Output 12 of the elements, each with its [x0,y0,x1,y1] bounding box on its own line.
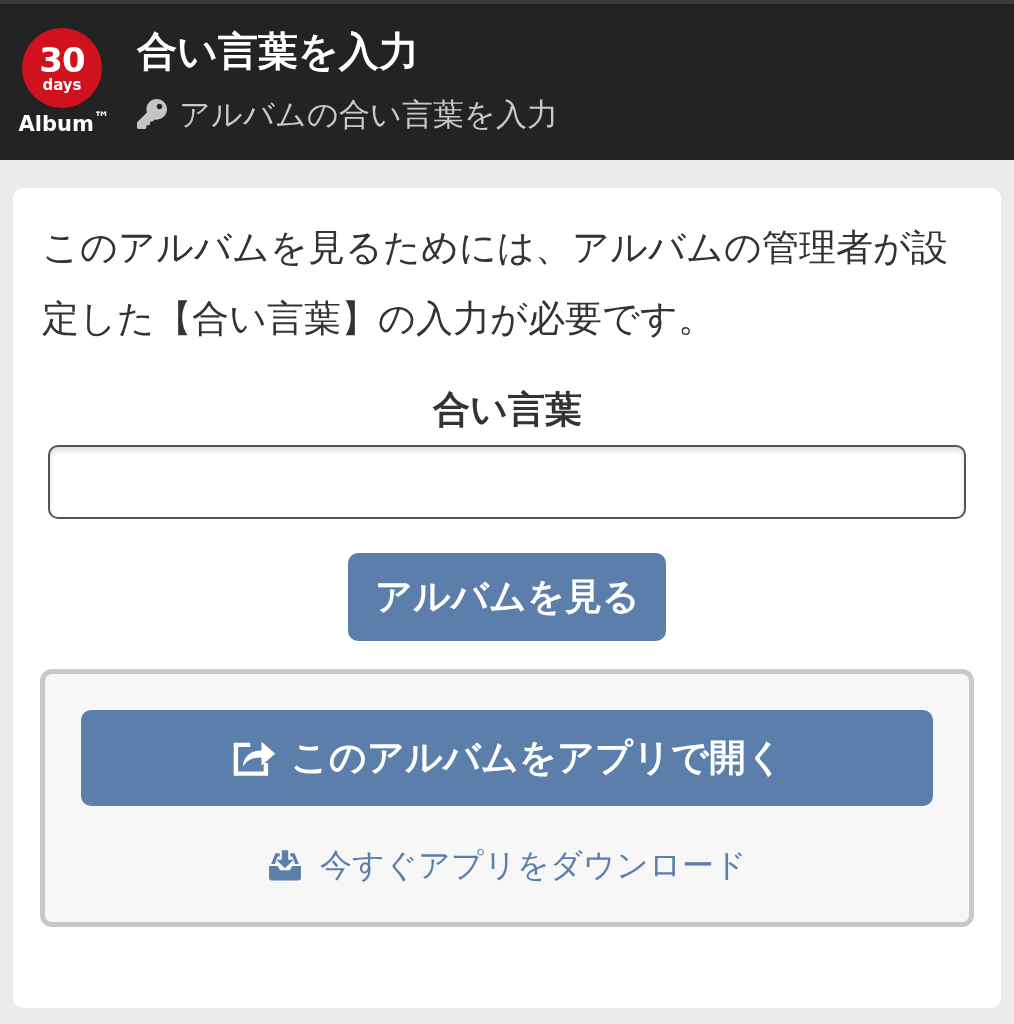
download-icon [267,849,302,881]
page-subtitle: アルバムの合い言葉を入力 [179,95,558,134]
intro-text: このアルバムを見るためには、アルバムの管理者が設定した【合い言葉】の入力が必要です。 [41,225,949,342]
logo-number: 30 [39,43,85,77]
view-album-button[interactable]: アルバムを見る [348,553,666,641]
passphrase-label: 合い言葉 [432,387,582,433]
passphrase-field[interactable] [48,445,966,519]
open-in-app-button[interactable]: このアルバムをアプリで開く [81,710,933,806]
logo-wordmark: Album$^{™}$ [17,112,110,136]
logo-days: days [42,77,82,93]
page-title: 合い言葉を入力 [137,27,420,76]
download-app-link[interactable]: 今すぐアプリをダウンロード [267,845,747,885]
